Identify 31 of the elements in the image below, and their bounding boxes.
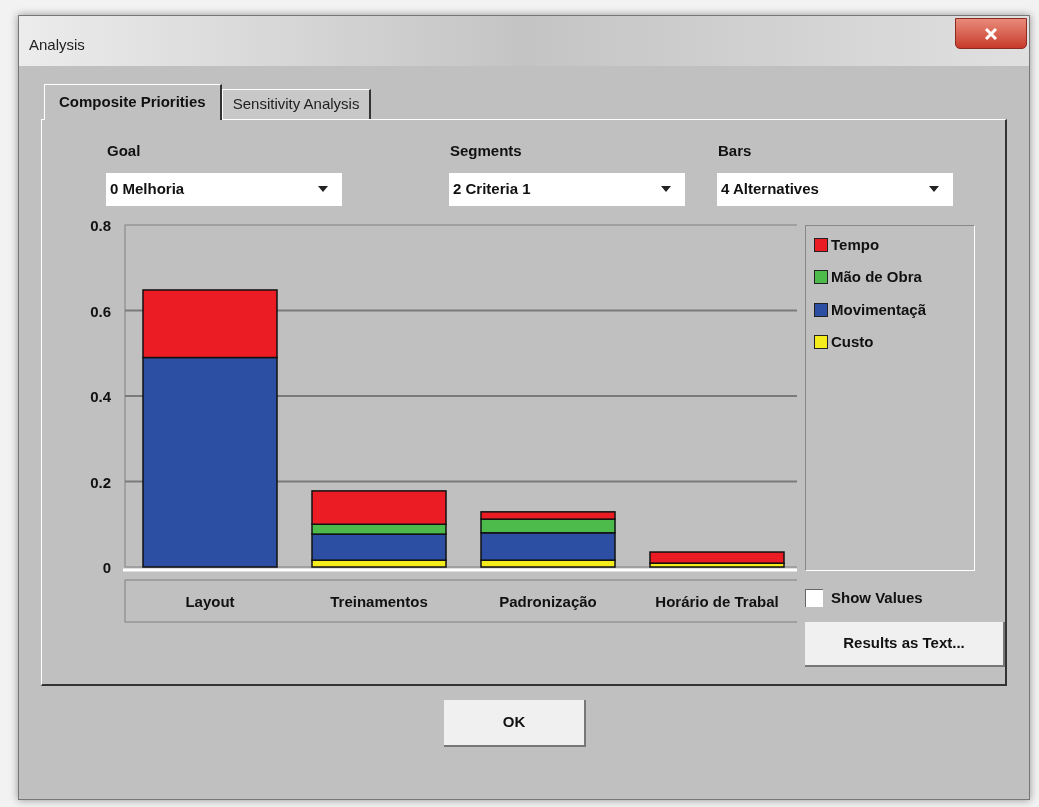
y-tick-label: 0.4 — [90, 387, 111, 405]
dropdown-caret-icon — [929, 186, 939, 192]
dropdown-caret-icon — [661, 186, 671, 192]
close-button[interactable] — [955, 18, 1027, 49]
y-tick-label: 0.6 — [90, 302, 111, 319]
dropdown-caret-icon — [318, 186, 328, 192]
ok-button[interactable]: OK — [444, 700, 586, 747]
category-label: Padronização — [499, 592, 597, 610]
legend-label: Mão de Obra — [831, 267, 922, 287]
y-tick-label: 0.8 — [90, 217, 111, 234]
dropdown[interactable]: 0 Melhoria — [106, 172, 342, 206]
checkbox[interactable] — [805, 588, 823, 607]
dropdown[interactable]: 2 Criteria 1 — [449, 172, 685, 206]
checkbox-label: Show Values — [831, 587, 923, 608]
dropdown[interactable]: 4 Alternatives — [717, 172, 953, 206]
tab[interactable]: Sensitivity Analysis — [221, 89, 372, 119]
category-label: Layout — [185, 592, 235, 610]
category-label: Treinamentos — [330, 592, 428, 610]
results-as-text-button[interactable]: Results as Text... — [805, 622, 1005, 667]
legend-label: Movimentaçã — [831, 299, 927, 320]
selector-label: Bars — [717, 141, 753, 161]
y-tick-label: 0.2 — [90, 473, 111, 490]
tab[interactable]: Composite Priorities — [44, 84, 222, 120]
selector-label: Goal — [106, 141, 142, 161]
legend-label: Tempo — [831, 234, 880, 255]
legend-label: Custo — [831, 332, 874, 352]
selector-label: Segments — [449, 141, 523, 161]
category-label: Horário de Trabal — [655, 592, 779, 610]
window-title: Analysis — [29, 35, 85, 55]
close-icon — [985, 27, 997, 40]
y-tick-label: 0 — [102, 558, 111, 576]
